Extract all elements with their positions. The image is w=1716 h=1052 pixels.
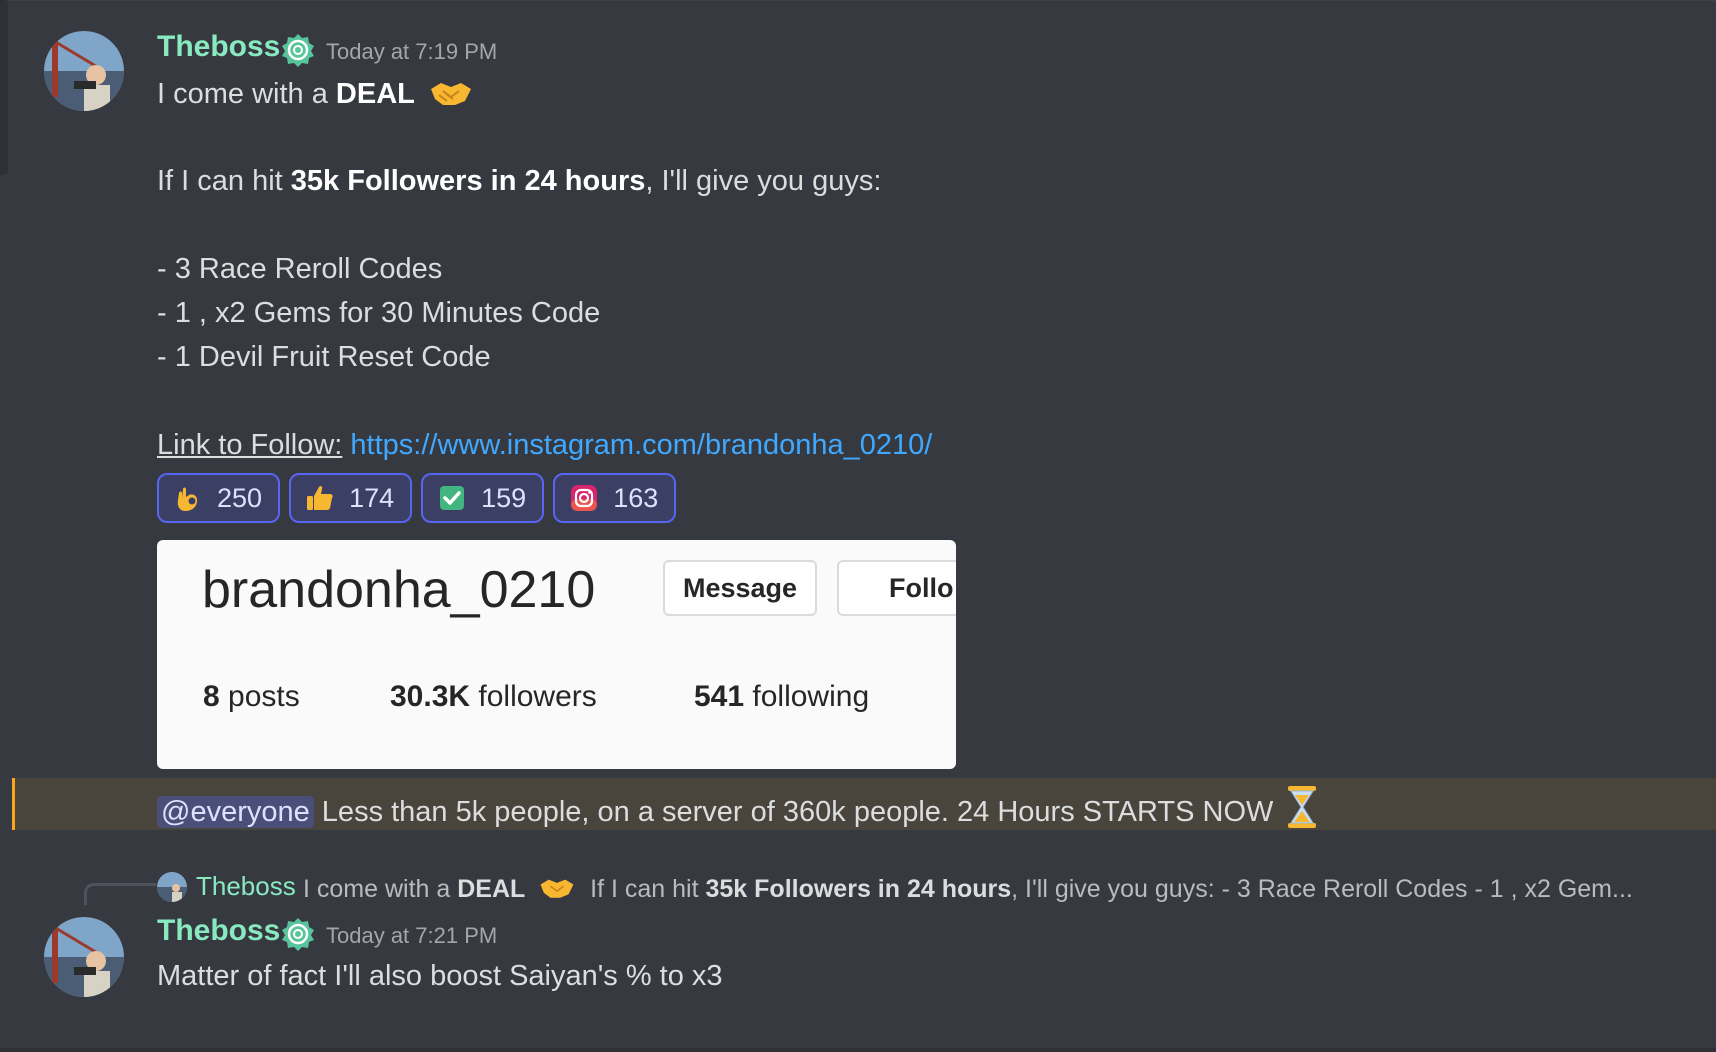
reply-avatar[interactable] [157,872,187,902]
instagram-profile-image[interactable]: brandonha_0210 Message Follo 8 posts 30.… [157,540,956,769]
everyone-mention[interactable]: @everyone [157,796,314,828]
reaction-bar: 250 174 159 163 [157,473,677,523]
profile-username: brandonha_0210 [202,561,596,619]
instagram-link[interactable]: https://www.instagram.com/brandonha_0210… [350,429,932,461]
list-item: - 1 Devil Fruit Reset Code [157,341,491,373]
ok-hand-icon [177,487,198,511]
handshake-icon [538,873,576,901]
timestamp: Today at 7:21 PM [326,923,498,948]
reply-text: I come with a [303,875,458,903]
reply-text: , I'll give you guys: - 3 Race Reroll Co… [1011,875,1633,903]
instagram-icon [571,485,598,511]
message-line-link: Link to Follow: https://www.instagram.co… [157,427,932,463]
verified-badge-icon [280,916,316,952]
reply-author[interactable]: Theboss [196,871,296,902]
message-line-announcement: @everyone Less than 5k people, on a serv… [157,785,1317,830]
reply-connector [84,883,156,905]
divider [8,0,1716,1]
reaction-check-mark[interactable]: 159 [421,473,545,523]
posts-stat: 8 posts [203,680,300,714]
reaction-instagram[interactable]: 163 [553,473,677,523]
list-item: - 1 , x2 Gems for 30 Minutes Code [157,297,601,329]
following-label: following [744,680,870,713]
message-text: Matter of fact I'll also boost Saiyan's … [157,960,723,992]
message-text: Less than 5k people, on a server of 360k… [313,796,1274,828]
reaction-thumbs-up[interactable]: 174 [289,473,413,523]
handshake-icon [429,75,473,109]
posts-count: 8 [203,680,220,713]
reaction-count: 174 [349,482,395,513]
message-line-deal: I come with a DEAL [157,75,473,112]
message-text: , I'll give you guys: [645,165,882,197]
reply-text: If I can hit [590,875,706,903]
follow-button-label: Follo [889,572,954,603]
username[interactable]: Theboss [157,914,280,948]
reply-bold-text: DEAL [457,875,526,903]
verified-badge-icon [280,32,316,68]
posts-label: posts [219,680,300,713]
link-label: Link to Follow: [157,429,343,461]
message-bold-text: 35k Followers in 24 hours [290,165,646,197]
follow-button: Follo [837,560,956,616]
username[interactable]: Theboss [157,30,280,64]
followers-stat: 30.3K followers [390,680,597,714]
check-mark-icon [440,486,465,510]
message-text: If I can hit [157,165,291,197]
timestamp: Today at 7:19 PM [326,39,498,64]
divider [0,1048,1716,1052]
reaction-count: 163 [613,482,659,513]
followers-label: followers [470,680,597,713]
message-bold-text: DEAL [335,78,415,110]
message-line-offer: If I can hit 35k Followers in 24 hours, … [157,163,881,199]
hourglass-icon [1287,785,1317,829]
message-button: Message [663,560,818,616]
list-item: - 3 Race Reroll Codes [157,253,443,285]
avatar[interactable] [44,31,124,111]
reaction-count: 159 [481,482,527,513]
reply-bold-text: 35k Followers in 24 hours [705,875,1012,903]
followers-count: 30.3K [390,680,471,713]
reply-preview[interactable]: I come with a DEAL If I can hit 35k Foll… [303,873,1633,904]
reaction-ok-hand[interactable]: 250 [157,473,281,523]
scrollbar-thumb[interactable] [0,0,8,175]
following-count: 541 [694,680,745,713]
reaction-count: 250 [217,482,263,513]
thumbs-up-icon [307,485,333,510]
following-stat: 541 following [694,680,869,714]
message-text: I come with a [157,78,336,110]
avatar[interactable] [44,917,124,997]
